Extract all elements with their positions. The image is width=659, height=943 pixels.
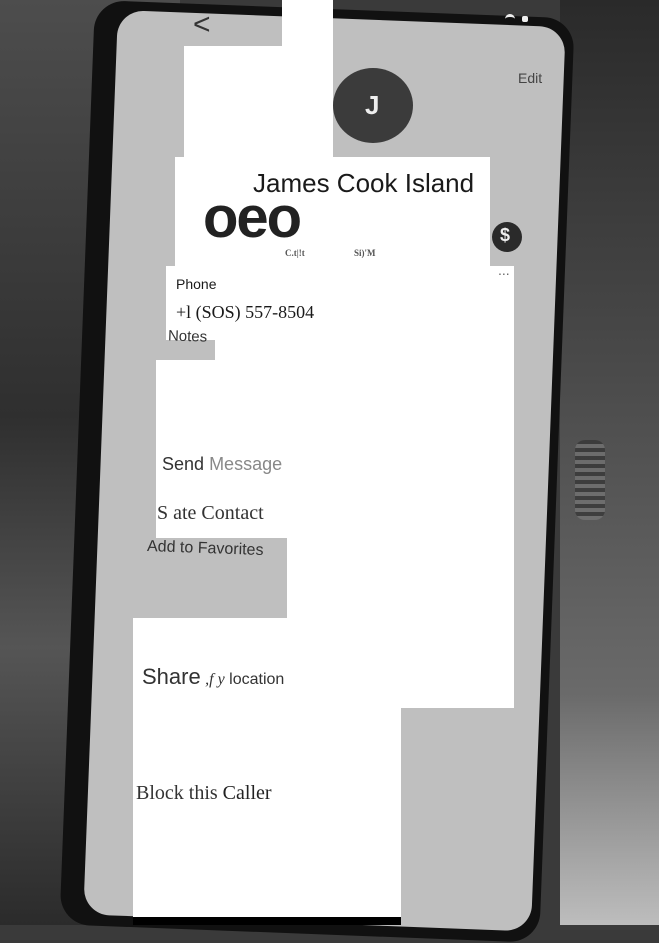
share-label: Share bbox=[142, 664, 201, 689]
avatar-initial: J bbox=[365, 90, 380, 120]
phone-label: Phone bbox=[176, 276, 217, 292]
block-label: Block this bbox=[136, 782, 218, 804]
phone-number[interactable]: +l (SOS) 557-8504 bbox=[176, 302, 314, 323]
white-block-upper-left bbox=[184, 46, 284, 161]
white-block-mid bbox=[215, 338, 514, 360]
photo-watch-detail bbox=[575, 440, 605, 520]
message-label: Si)'M bbox=[354, 248, 376, 258]
share-contact-button[interactable]: S ate Contact bbox=[157, 502, 264, 525]
send-label: Send bbox=[162, 454, 205, 474]
dollar-icon: $ bbox=[500, 225, 511, 245]
more-icon[interactable]: ... bbox=[498, 262, 510, 278]
back-button[interactable]: < bbox=[193, 8, 211, 42]
notes-label: Notes bbox=[167, 327, 208, 346]
wifi-icon bbox=[505, 14, 515, 25]
caller-label: Caller bbox=[222, 782, 272, 804]
share-location-button[interactable]: Share ,f y location bbox=[142, 664, 284, 690]
block-caller-button[interactable]: Block this Caller bbox=[136, 782, 272, 805]
call-label: C.t|!t bbox=[285, 248, 305, 258]
action-buttons-glyphs[interactable]: oeo bbox=[203, 184, 302, 251]
black-bar-bottom bbox=[133, 917, 401, 925]
white-block-top bbox=[282, 0, 333, 160]
share-glyphs: ,f y bbox=[205, 671, 225, 688]
location-label: location bbox=[229, 671, 285, 688]
message-label-text: Message bbox=[209, 454, 283, 474]
battery-icon bbox=[522, 16, 528, 22]
edit-button[interactable]: Edit bbox=[518, 70, 542, 86]
send-message-button[interactable]: Send Message bbox=[162, 454, 282, 475]
white-block-bottom bbox=[133, 618, 401, 918]
